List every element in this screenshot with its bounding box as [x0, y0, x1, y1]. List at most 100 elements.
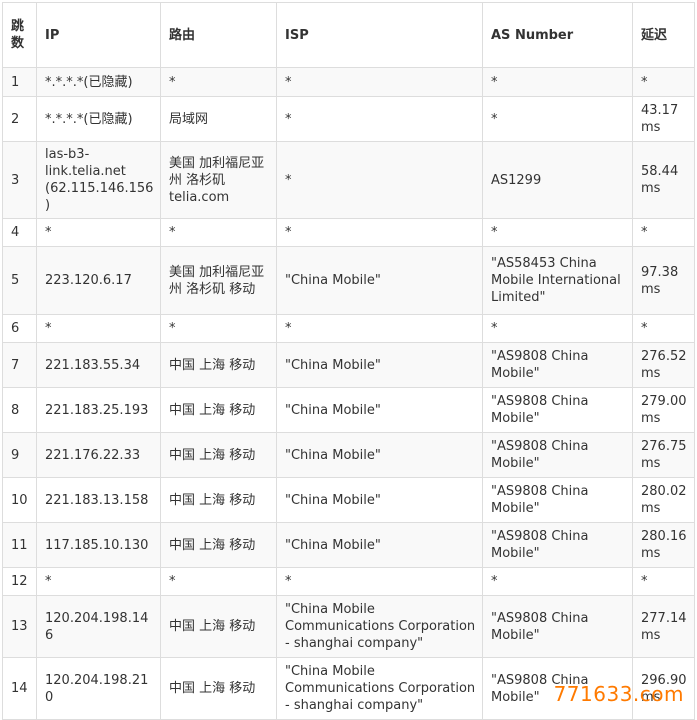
cell-isp: "China Mobile"	[276, 522, 483, 568]
cell-as-number: "AS58453 China Mobile International Limi…	[482, 246, 633, 315]
cell-latency: 276.75 ms	[632, 432, 695, 478]
cell-isp: "China Mobile"	[276, 246, 483, 315]
table-row: 2 *.*.*.*(已隐藏) 局域网 * * 43.17 ms	[2, 96, 695, 142]
cell-hop: 7	[2, 342, 37, 388]
cell-ip: 120.204.198.146	[36, 595, 161, 658]
cell-hop: 9	[2, 432, 37, 478]
cell-ip: 221.176.22.33	[36, 432, 161, 478]
cell-as-number: *	[482, 96, 633, 142]
cell-latency: 279.00 ms	[632, 387, 695, 433]
cell-route: 美国 加利福尼亚州 洛杉矶 telia.com	[160, 141, 277, 219]
cell-latency: *	[632, 218, 695, 247]
table-body: 1 *.*.*.*(已隐藏) * * * * 2 *.*.*.*(已隐藏) 局域…	[2, 67, 695, 720]
cell-route: 中国 上海 移动	[160, 657, 277, 720]
cell-as-number: "AS9808 China Mobile"	[482, 342, 633, 388]
cell-route: 中国 上海 移动	[160, 477, 277, 523]
table-row: 1 *.*.*.*(已隐藏) * * * *	[2, 67, 695, 97]
table-header: 跳数 IP 路由 ISP AS Number 延迟	[2, 2, 695, 68]
traceroute-table-container: 跳数 IP 路由 ISP AS Number 延迟 1 *.*.*.*(已隐藏)…	[2, 2, 695, 720]
cell-route: *	[160, 567, 277, 596]
cell-hop: 13	[2, 595, 37, 658]
cell-as-number: "AS9808 China Mobile"	[482, 595, 633, 658]
cell-as-number: "AS9808 China Mobile"	[482, 387, 633, 433]
cell-route: *	[160, 67, 277, 97]
cell-hop: 6	[2, 314, 37, 343]
cell-route: 局域网	[160, 96, 277, 142]
cell-latency: 277.14 ms	[632, 595, 695, 658]
cell-latency: 43.17 ms	[632, 96, 695, 142]
cell-route: 中国 上海 移动	[160, 342, 277, 388]
cell-ip: *	[36, 314, 161, 343]
cell-isp: "China Mobile"	[276, 342, 483, 388]
cell-route: *	[160, 314, 277, 343]
cell-hop: 3	[2, 141, 37, 219]
cell-isp: *	[276, 96, 483, 142]
cell-route: *	[160, 218, 277, 247]
cell-hop: 5	[2, 246, 37, 315]
cell-hop: 8	[2, 387, 37, 433]
table-row: 7 221.183.55.34 中国 上海 移动 "China Mobile" …	[2, 342, 695, 388]
cell-isp: *	[276, 218, 483, 247]
cell-ip: 223.120.6.17	[36, 246, 161, 315]
cell-ip: 221.183.55.34	[36, 342, 161, 388]
table-row: 6 * * * * *	[2, 314, 695, 343]
cell-ip: *	[36, 218, 161, 247]
cell-isp: "China Mobile"	[276, 432, 483, 478]
cell-isp: *	[276, 141, 483, 219]
header-latency: 延迟	[632, 2, 695, 68]
cell-isp: "China Mobile"	[276, 387, 483, 433]
table-row: 9 221.176.22.33 中国 上海 移动 "China Mobile" …	[2, 432, 695, 478]
header-ip: IP	[36, 2, 161, 68]
cell-as-number: *	[482, 67, 633, 97]
cell-latency: 276.52 ms	[632, 342, 695, 388]
cell-route: 中国 上海 移动	[160, 595, 277, 658]
cell-latency: *	[632, 567, 695, 596]
cell-route: 美国 加利福尼亚州 洛杉矶 移动	[160, 246, 277, 315]
cell-ip: 120.204.198.210	[36, 657, 161, 720]
cell-ip: *.*.*.*(已隐藏)	[36, 96, 161, 142]
cell-isp: "China Mobile"	[276, 477, 483, 523]
table-row: 5 223.120.6.17 美国 加利福尼亚州 洛杉矶 移动 "China M…	[2, 246, 695, 315]
cell-latency: *	[632, 314, 695, 343]
cell-hop: 11	[2, 522, 37, 568]
table-row: 3 las-b3-link.telia.net (62.115.146.156)…	[2, 141, 695, 219]
header-hop: 跳数	[2, 2, 37, 68]
cell-hop: 2	[2, 96, 37, 142]
cell-as-number: *	[482, 314, 633, 343]
cell-ip: las-b3-link.telia.net (62.115.146.156)	[36, 141, 161, 219]
cell-isp: *	[276, 314, 483, 343]
cell-route: 中国 上海 移动	[160, 387, 277, 433]
cell-as-number: "AS9808 China Mobile"	[482, 477, 633, 523]
cell-latency: *	[632, 67, 695, 97]
header-row: 跳数 IP 路由 ISP AS Number 延迟	[2, 2, 695, 68]
cell-hop: 4	[2, 218, 37, 247]
cell-ip: 117.185.10.130	[36, 522, 161, 568]
header-as-number: AS Number	[482, 2, 633, 68]
cell-as-number: AS1299	[482, 141, 633, 219]
traceroute-table: 跳数 IP 路由 ISP AS Number 延迟 1 *.*.*.*(已隐藏)…	[2, 2, 695, 720]
cell-as-number: "AS9808 China Mobile"	[482, 432, 633, 478]
cell-ip: *.*.*.*(已隐藏)	[36, 67, 161, 97]
cell-ip: 221.183.25.193	[36, 387, 161, 433]
cell-route: 中国 上海 移动	[160, 432, 277, 478]
table-row: 13 120.204.198.146 中国 上海 移动 "China Mobil…	[2, 595, 695, 658]
cell-hop: 10	[2, 477, 37, 523]
cell-hop: 12	[2, 567, 37, 596]
watermark-text: 771633.com	[553, 682, 684, 706]
header-isp: ISP	[276, 2, 483, 68]
cell-latency: 280.16 ms	[632, 522, 695, 568]
cell-ip: 221.183.13.158	[36, 477, 161, 523]
cell-hop: 14	[2, 657, 37, 720]
cell-route: 中国 上海 移动	[160, 522, 277, 568]
table-row: 10 221.183.13.158 中国 上海 移动 "China Mobile…	[2, 477, 695, 523]
cell-ip: *	[36, 567, 161, 596]
cell-latency: 280.02 ms	[632, 477, 695, 523]
cell-hop: 1	[2, 67, 37, 97]
cell-isp: *	[276, 567, 483, 596]
cell-isp: "China Mobile Communications Corporation…	[276, 657, 483, 720]
cell-latency: 97.38 ms	[632, 246, 695, 315]
cell-as-number: *	[482, 567, 633, 596]
table-row: 4 * * * * *	[2, 218, 695, 247]
cell-as-number: "AS9808 China Mobile"	[482, 522, 633, 568]
table-row: 12 * * * * *	[2, 567, 695, 596]
